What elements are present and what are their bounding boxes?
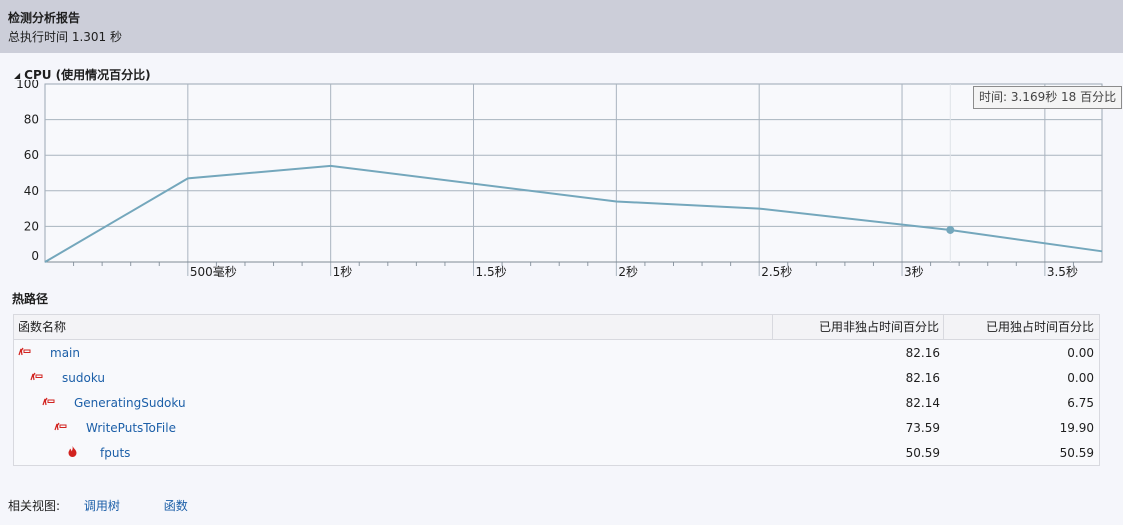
hot-path-table[interactable]: 函数名称 已用非独占时间百分比 已用独占时间百分比 main 82.16 0.00 s…: [13, 314, 1100, 466]
call-tree-link[interactable]: 调用树: [84, 499, 120, 513]
x-tick-label: 500毫秒: [190, 264, 237, 279]
y-tick-label: 40: [24, 184, 39, 198]
functions-link[interactable]: 函数: [164, 499, 188, 513]
inclusive-time-cell: 73.59: [905, 420, 940, 435]
function-name-cell[interactable]: GeneratingSudoku: [14, 396, 773, 410]
function-name[interactable]: fputs: [100, 446, 130, 460]
y-tick-label: 60: [24, 148, 39, 162]
column-header-exclusive[interactable]: 已用独占时间百分比: [944, 315, 1098, 339]
column-header-function-name[interactable]: 函数名称: [14, 315, 773, 339]
exclusive-time-cell: 6.75: [1067, 395, 1094, 410]
collapse-triangle-icon[interactable]: ◢: [14, 71, 20, 80]
y-tick-label: 20: [24, 219, 39, 233]
related-views-label: 相关视图:: [8, 499, 61, 513]
hot-path-arrow-icon: [18, 347, 32, 359]
y-tick-label: 80: [24, 113, 39, 127]
flame-icon: [68, 445, 82, 460]
y-tick-label: 0: [31, 249, 39, 263]
plot-area: [44, 83, 1103, 263]
inclusive-time-cell: 82.16: [905, 370, 940, 385]
total-execution-time: 总执行时间 1.301 秒: [8, 30, 122, 44]
x-tick-label: 3.5秒: [1047, 265, 1078, 279]
exclusive-time-cell: 19.90: [1059, 420, 1094, 435]
x-tick-label: 2秒: [618, 265, 638, 279]
table-row[interactable]: WritePutsToFile 73.59 19.90: [14, 415, 1099, 440]
report-header: 检测分析报告 总执行时间 1.301 秒: [0, 0, 1123, 53]
x-tick-label: 1秒: [333, 265, 353, 279]
inclusive-time-cell: 82.14: [905, 395, 940, 410]
hot-path-arrow-icon: [54, 422, 68, 434]
function-name-cell[interactable]: fputs: [14, 445, 773, 460]
table-row[interactable]: main 82.16 0.00: [14, 340, 1099, 365]
table-row[interactable]: GeneratingSudoku 82.14 6.75: [14, 390, 1099, 415]
function-name[interactable]: GeneratingSudoku: [74, 396, 186, 410]
x-tick-label: 2.5秒: [761, 265, 792, 279]
exclusive-time-cell: 50.59: [1059, 445, 1094, 460]
hot-path-arrow-icon: [30, 372, 44, 384]
highlight-point: [946, 225, 955, 234]
related-views: 相关视图: 调用树 函数: [8, 497, 188, 514]
column-header-inclusive[interactable]: 已用非独占时间百分比: [773, 315, 944, 339]
inclusive-time-cell: 50.59: [905, 445, 940, 460]
hot-path-title: 热路径: [12, 292, 49, 306]
function-name-cell[interactable]: main: [14, 346, 773, 360]
function-name[interactable]: main: [50, 346, 80, 360]
function-name[interactable]: WritePutsToFile: [86, 421, 176, 435]
report-title: 检测分析报告: [8, 11, 81, 25]
table-row[interactable]: fputs 50.59 50.59: [14, 440, 1099, 465]
x-tick-label: 1.5秒: [476, 265, 507, 279]
function-name-cell[interactable]: WritePutsToFile: [14, 421, 773, 435]
inclusive-time-cell: 82.16: [905, 345, 940, 360]
x-tick-label: 3秒: [904, 265, 924, 279]
function-name-cell[interactable]: sudoku: [14, 371, 773, 385]
function-name[interactable]: sudoku: [62, 371, 105, 385]
hot-path-arrow-icon: [42, 397, 56, 409]
exclusive-time-cell: 0.00: [1067, 345, 1094, 360]
table-header: 函数名称 已用非独占时间百分比 已用独占时间百分比: [14, 315, 1099, 340]
exclusive-time-cell: 0.00: [1067, 370, 1094, 385]
chart-tooltip: 时间: 3.169秒 18 百分比: [973, 86, 1123, 109]
cpu-usage-chart[interactable]: 0 20 40 60 80 100 500毫秒 1秒 1.5秒 2秒 2.5秒 3秒 3.5秒: [0, 80, 1123, 280]
y-tick-label: 100: [16, 80, 39, 91]
cpu-chart-svg[interactable]: 0 20 40 60 80 100 500毫秒 1秒 1.5秒 2秒 2.5秒 3秒 3.5秒: [0, 80, 1123, 280]
table-row[interactable]: sudoku 82.16 0.00: [14, 365, 1099, 390]
table-body: main 82.16 0.00 sudoku 82.16 0.00 GeneratingSu…: [14, 340, 1099, 465]
